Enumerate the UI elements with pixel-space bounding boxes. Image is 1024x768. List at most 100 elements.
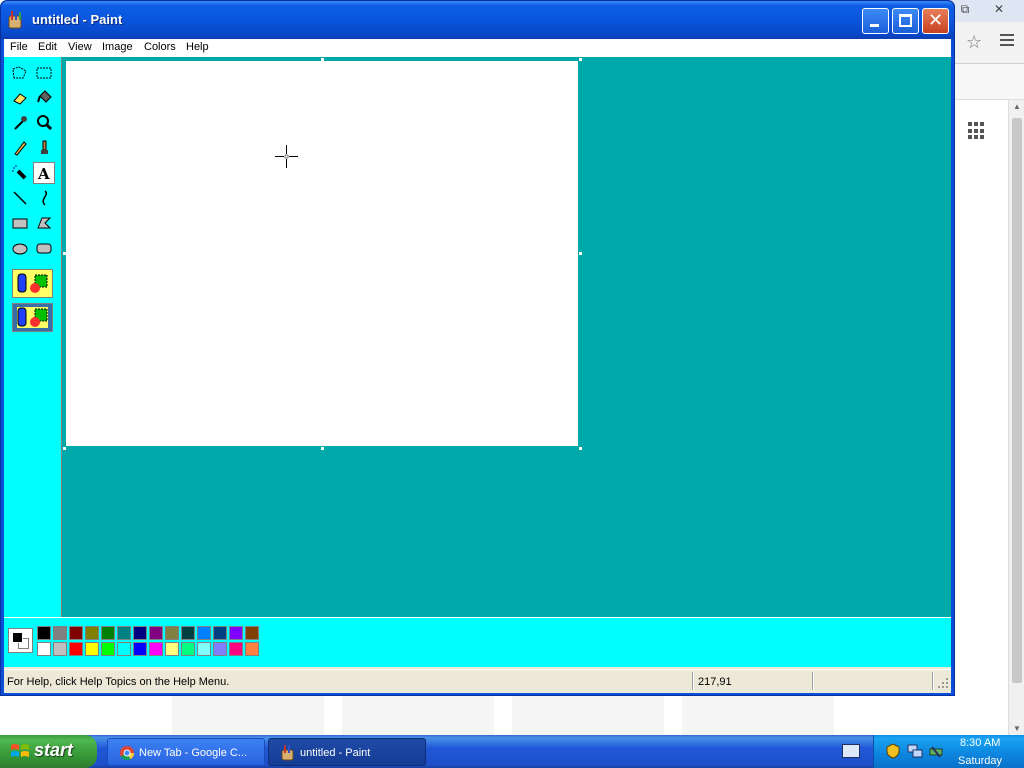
menu-colors[interactable]: Colors: [144, 41, 176, 53]
minimize-button[interactable]: [862, 8, 889, 34]
brush-tool[interactable]: [33, 137, 55, 159]
menu-view[interactable]: View: [68, 41, 92, 53]
palette-swatch[interactable]: [69, 642, 83, 656]
scroll-down-icon[interactable]: ▼: [1013, 724, 1021, 733]
free-form-select-tool[interactable]: [9, 62, 31, 84]
palette-swatch[interactable]: [149, 626, 163, 640]
resize-handle[interactable]: [321, 58, 324, 61]
resize-handle[interactable]: [63, 252, 66, 255]
palette-swatch[interactable]: [197, 626, 211, 640]
palette-swatch[interactable]: [229, 626, 243, 640]
airbrush-tool[interactable]: [9, 162, 31, 184]
rounded-rectangle-tool[interactable]: [33, 237, 55, 259]
chrome-menu-icon[interactable]: [1000, 34, 1014, 46]
palette-swatch[interactable]: [53, 626, 67, 640]
palette-swatch[interactable]: [133, 642, 147, 656]
menu-help[interactable]: Help: [186, 41, 209, 53]
resize-handle[interactable]: [579, 58, 582, 61]
text-icon: A: [37, 165, 50, 183]
start-button[interactable]: start: [0, 735, 97, 768]
menu-file[interactable]: File: [10, 41, 28, 53]
current-colors-indicator: [8, 628, 33, 653]
resize-handle[interactable]: [321, 447, 324, 450]
status-bar: For Help, click Help Topics on the Help …: [4, 669, 951, 691]
magnifier-tool[interactable]: [33, 112, 55, 134]
palette-swatch[interactable]: [165, 626, 179, 640]
security-shield-icon[interactable]: [885, 743, 901, 759]
rectangle-tool[interactable]: [9, 212, 31, 234]
window-title: untitled - Paint: [32, 12, 123, 27]
resize-handle[interactable]: [63, 447, 66, 450]
taskbar-item-paint[interactable]: untitled - Paint: [268, 738, 426, 766]
palette-swatch[interactable]: [85, 626, 99, 640]
paint-app-icon[interactable]: [7, 10, 25, 30]
palette-swatch[interactable]: [165, 642, 179, 656]
resize-handle[interactable]: [579, 252, 582, 255]
status-divider: [932, 672, 934, 690]
palette-swatch[interactable]: [181, 626, 195, 640]
curve-tool[interactable]: [33, 187, 55, 209]
palette-swatch[interactable]: [149, 642, 163, 656]
transparent-background-option[interactable]: [12, 303, 53, 332]
eraser-tool[interactable]: [9, 87, 31, 109]
resize-handle[interactable]: [579, 447, 582, 450]
pencil-tool[interactable]: [9, 137, 31, 159]
safely-remove-hardware-icon[interactable]: [928, 743, 944, 759]
palette-swatch[interactable]: [213, 626, 227, 640]
palette-swatch[interactable]: [117, 626, 131, 640]
most-visited-tile[interactable]: [342, 694, 494, 735]
palette-swatch[interactable]: [229, 642, 243, 656]
palette-swatch[interactable]: [53, 642, 67, 656]
most-visited-tile[interactable]: [172, 694, 324, 735]
text-tool[interactable]: A: [33, 162, 55, 184]
fill-tool[interactable]: [33, 87, 55, 109]
palette-swatch[interactable]: [181, 642, 195, 656]
free-form-select-icon: [12, 66, 27, 79]
drawing-canvas[interactable]: [66, 61, 578, 446]
palette-swatch[interactable]: [245, 642, 259, 656]
most-visited-tile[interactable]: [682, 694, 834, 735]
chrome-icon: [120, 746, 135, 761]
title-bar[interactable]: untitled - Paint ✕: [1, 1, 954, 39]
select-tool[interactable]: [33, 62, 55, 84]
line-tool[interactable]: [9, 187, 31, 209]
transparent-background-icon: [17, 307, 48, 328]
menu-image[interactable]: Image: [102, 41, 133, 53]
chrome-scrollbar[interactable]: ▲ ▼: [1008, 100, 1024, 735]
opaque-background-option[interactable]: [12, 269, 53, 298]
line-icon: [13, 191, 27, 205]
palette-swatch[interactable]: [85, 642, 99, 656]
most-visited-tile[interactable]: [512, 694, 664, 735]
palette-swatch[interactable]: [69, 626, 83, 640]
palette-swatch[interactable]: [117, 642, 131, 656]
menu-edit[interactable]: Edit: [38, 41, 57, 53]
ellipse-tool[interactable]: [9, 237, 31, 259]
palette-swatch[interactable]: [245, 626, 259, 640]
polygon-tool[interactable]: [33, 212, 55, 234]
taskbar-item-chrome[interactable]: New Tab - Google C...: [107, 738, 265, 766]
palette-swatch[interactable]: [101, 642, 115, 656]
svg-text:A: A: [37, 165, 50, 183]
resize-grip-icon[interactable]: [937, 677, 949, 689]
bookmark-star-icon[interactable]: ☆: [966, 32, 982, 53]
palette-swatch[interactable]: [37, 626, 51, 640]
palette-swatch[interactable]: [133, 626, 147, 640]
close-button[interactable]: ✕: [922, 8, 949, 34]
apps-grid-icon[interactable]: [968, 122, 986, 140]
palette-swatch[interactable]: [213, 642, 227, 656]
scroll-thumb[interactable]: [1012, 118, 1022, 683]
clock-time[interactable]: 8:30 AM: [960, 737, 1000, 749]
maximize-button[interactable]: [892, 8, 919, 34]
chrome-close-button[interactable]: ✕: [984, 0, 1014, 18]
palette-swatch[interactable]: [197, 642, 211, 656]
language-bar-keyboard-icon[interactable]: [842, 744, 860, 758]
network-icon[interactable]: [907, 743, 923, 759]
tool-options-box: [12, 269, 53, 335]
pick-color-tool[interactable]: [9, 112, 31, 134]
scroll-up-icon[interactable]: ▲: [1013, 102, 1021, 111]
canvas-area[interactable]: [62, 57, 951, 617]
clock-day[interactable]: Saturday: [958, 755, 1002, 767]
palette-swatch[interactable]: [101, 626, 115, 640]
menu-bar: File Edit View Image Colors Help: [4, 39, 951, 57]
palette-swatch[interactable]: [37, 642, 51, 656]
